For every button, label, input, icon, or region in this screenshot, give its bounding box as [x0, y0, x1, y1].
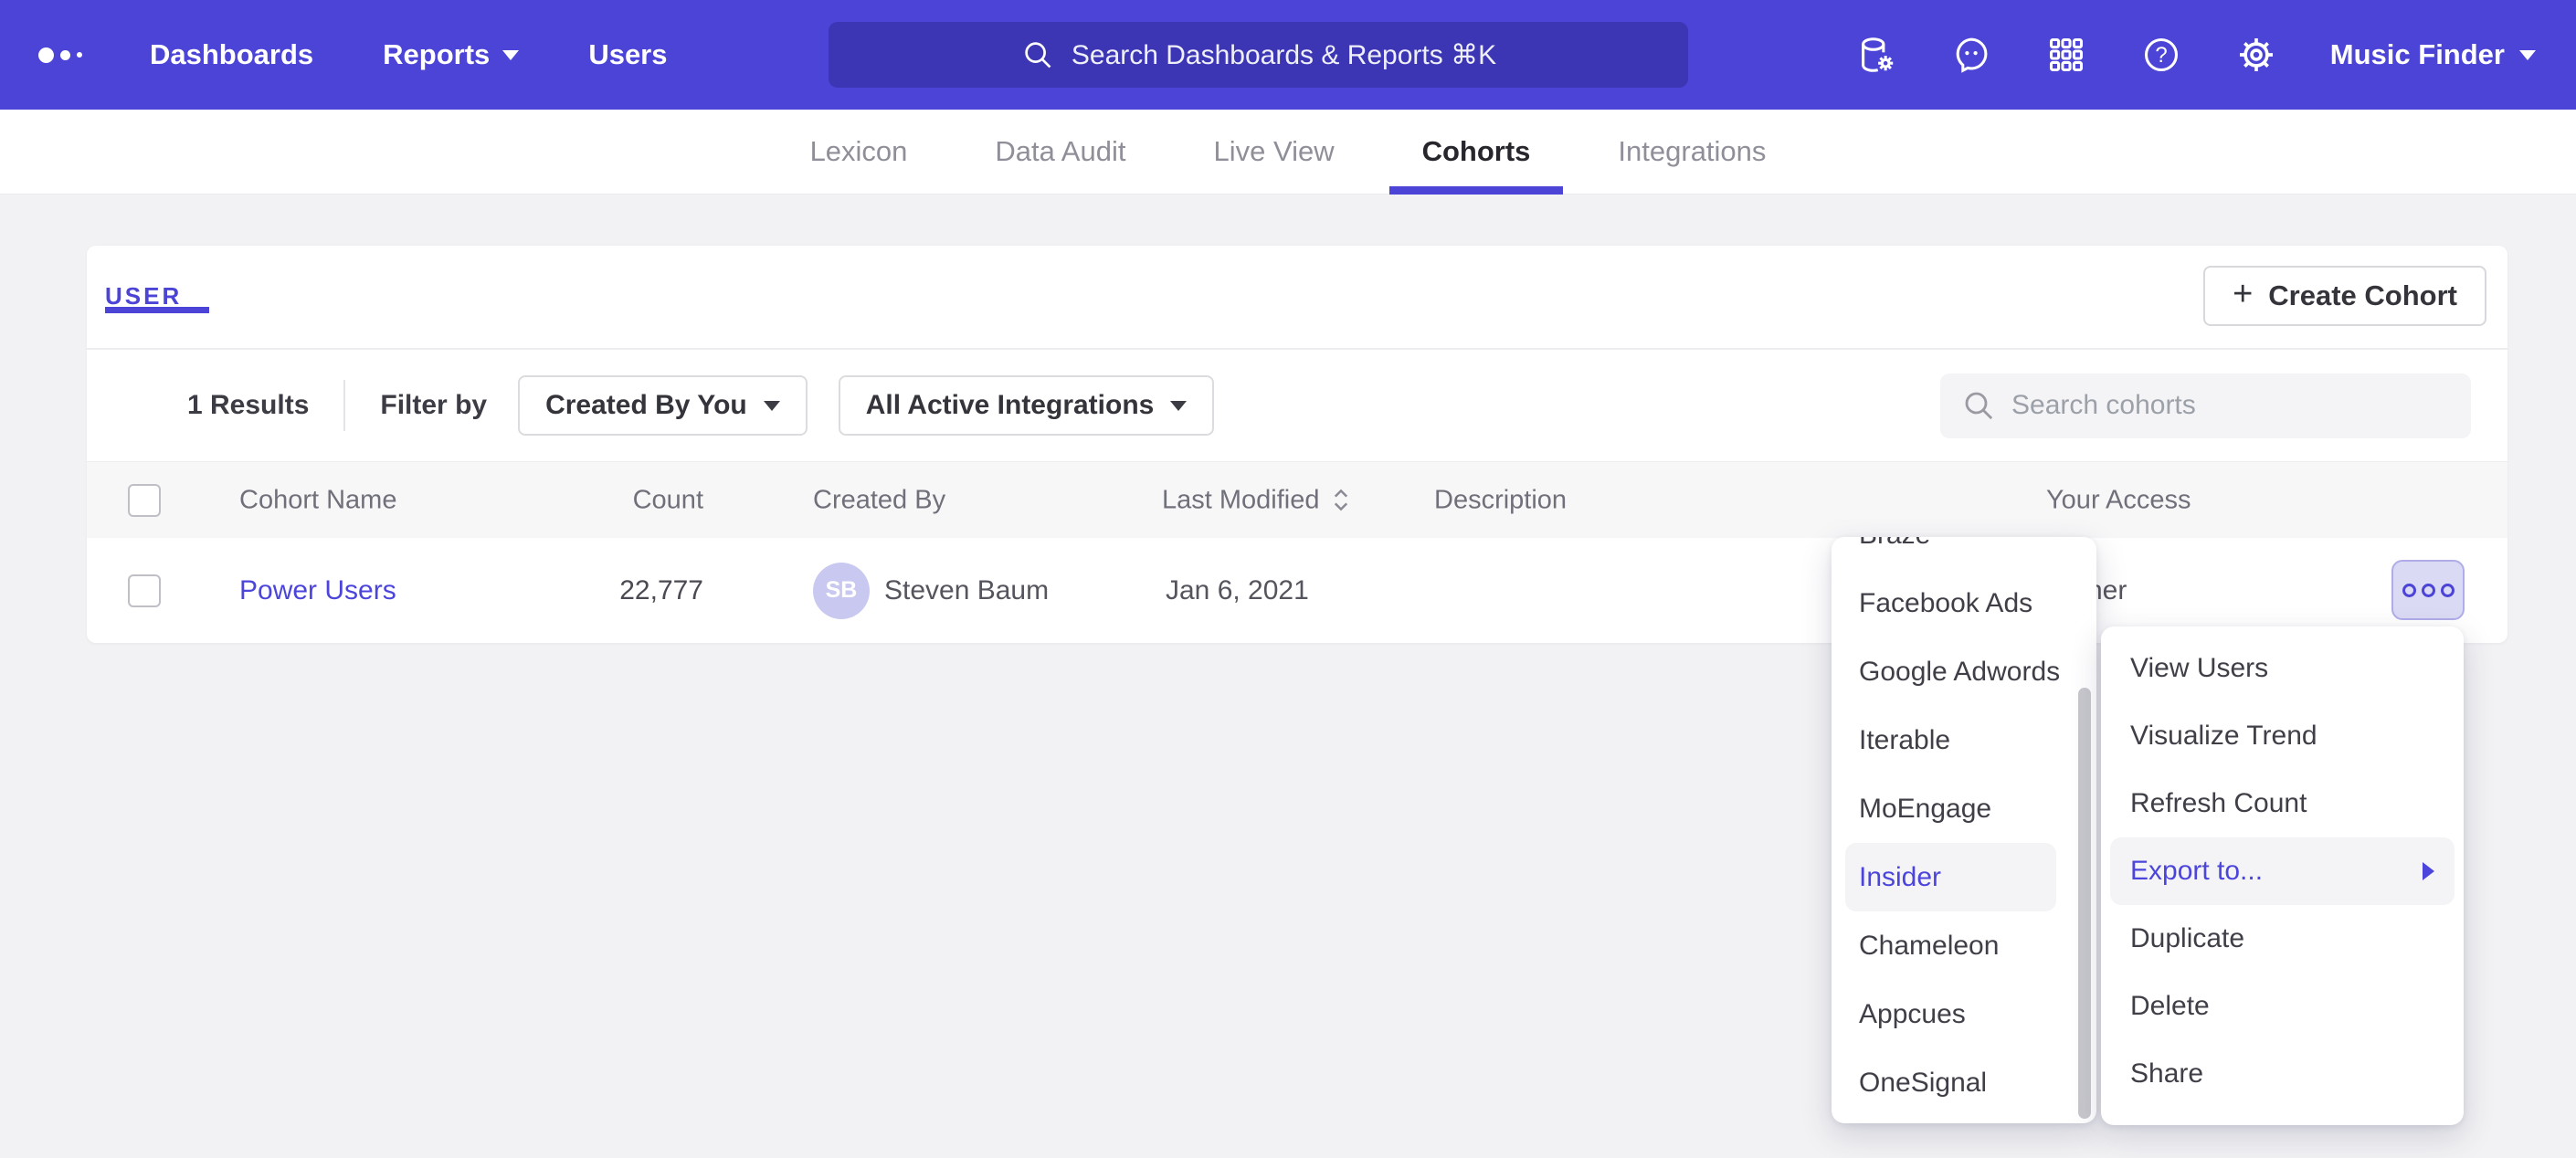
- cohorts-page: USER + Create Cohort 1 Results Filter by…: [0, 195, 2576, 1158]
- primary-nav: Dashboards Reports Users: [150, 38, 668, 71]
- dot-icon: [2402, 584, 2416, 597]
- submenu-arrow-icon: [2423, 862, 2434, 880]
- filter-toolbar: 1 Results Filter by Created By You All A…: [87, 350, 2507, 462]
- cohort-count: 22,777: [544, 575, 703, 606]
- menu-item-export-to[interactable]: Export to...: [2110, 837, 2455, 905]
- tab-user-cohorts[interactable]: USER: [105, 282, 182, 311]
- active-tab-underline: [1389, 186, 1564, 195]
- menu-item-visualize-trend[interactable]: Visualize Trend: [2101, 702, 2464, 770]
- export-to-submenu: Braze Facebook Ads Google Adwords Iterab…: [1832, 537, 2096, 1123]
- column-your-access: Your Access: [2046, 485, 2191, 515]
- global-search-placeholder: Search Dashboards & Reports ⌘K: [1072, 39, 1496, 71]
- menu-item-duplicate[interactable]: Duplicate: [2101, 905, 2464, 973]
- created-by-value: Steven Baum: [884, 575, 1049, 606]
- create-cohort-button[interactable]: + Create Cohort: [2203, 266, 2486, 326]
- search-icon: [1960, 387, 1997, 424]
- row-context-menu: View Users Visualize Trend Refresh Count…: [2101, 626, 2464, 1125]
- chevron-down-icon: [764, 401, 780, 411]
- menu-item-facebook-ads[interactable]: Facebook Ads: [1832, 569, 2096, 637]
- tab-cohorts[interactable]: Cohorts: [1422, 113, 1531, 190]
- avatar: SB: [813, 563, 870, 619]
- menu-item-appcues[interactable]: Appcues: [1832, 980, 2096, 1048]
- context-menu-list: View Users Visualize Trend Refresh Count…: [2101, 635, 2464, 1108]
- cohort-search-box[interactable]: [1940, 374, 2471, 438]
- column-last-modified[interactable]: Last Modified: [1162, 485, 1351, 515]
- svg-text:?: ?: [2155, 43, 2167, 68]
- cohort-name-link[interactable]: Power Users: [239, 575, 396, 606]
- nav-dashboards[interactable]: Dashboards: [150, 38, 313, 71]
- export-destination-list: Braze Facebook Ads Google Adwords Iterab…: [1832, 537, 2096, 1117]
- dot-icon: [2422, 584, 2435, 597]
- integrations-filter-dropdown[interactable]: All Active Integrations: [839, 375, 1215, 436]
- menu-item-view-users[interactable]: View Users: [2101, 635, 2464, 702]
- settings-gear-icon[interactable]: [2235, 34, 2277, 76]
- last-modified-value: Jan 6, 2021: [1166, 575, 1309, 606]
- row-actions-button[interactable]: [2391, 560, 2465, 620]
- menu-item-chameleon[interactable]: Chameleon: [1832, 911, 2096, 980]
- menu-item-braze[interactable]: Braze: [1832, 537, 2096, 569]
- chevron-down-icon: [1170, 401, 1187, 411]
- table-header: Cohort Name Count Created By Last Modifi…: [87, 462, 2507, 538]
- results-count: 1 Results: [187, 390, 309, 421]
- feedback-bubble-icon[interactable]: [1950, 34, 1992, 76]
- apps-grid-icon[interactable]: [2045, 34, 2087, 76]
- menu-item-refresh-count[interactable]: Refresh Count: [2101, 770, 2464, 837]
- cohort-search-input[interactable]: [2011, 390, 2432, 421]
- mixpanel-logo-icon[interactable]: [38, 47, 93, 63]
- topbar-actions: ? Music Finder: [1855, 34, 2536, 76]
- menu-item-onesignal[interactable]: OneSignal: [1832, 1048, 2096, 1117]
- select-all-checkbox[interactable]: [128, 484, 161, 517]
- menu-item-iterable[interactable]: Iterable: [1832, 706, 2096, 774]
- row-checkbox[interactable]: [128, 574, 161, 607]
- project-name: Music Finder: [2330, 38, 2505, 71]
- sort-icon: [1331, 488, 1351, 513]
- search-icon: [1020, 37, 1055, 72]
- top-navigation-bar: Dashboards Reports Users Search Dashboar…: [0, 0, 2576, 110]
- tab-integrations[interactable]: Integrations: [1618, 113, 1766, 190]
- filter-by-label: Filter by: [380, 390, 487, 421]
- column-description: Description: [1434, 485, 1567, 515]
- plus-icon: +: [2233, 277, 2253, 311]
- menu-item-share[interactable]: Share: [2101, 1040, 2464, 1108]
- global-search-bar[interactable]: Search Dashboards & Reports ⌘K: [829, 22, 1688, 88]
- user-tab-underline: [105, 307, 209, 313]
- tab-data-audit[interactable]: Data Audit: [995, 113, 1125, 190]
- menu-item-moengage[interactable]: MoEngage: [1832, 774, 2096, 843]
- help-circle-icon[interactable]: ?: [2140, 34, 2182, 76]
- nav-reports[interactable]: Reports: [383, 38, 519, 71]
- chevron-down-icon: [502, 50, 519, 60]
- created-by-filter-dropdown[interactable]: Created By You: [518, 375, 808, 436]
- cohorts-panel: USER + Create Cohort 1 Results Filter by…: [87, 246, 2507, 643]
- section-tabs: Lexicon Data Audit Live View Cohorts Int…: [0, 110, 2576, 195]
- menu-item-google-adwords[interactable]: Google Adwords: [1832, 637, 2096, 706]
- column-created-by: Created By: [813, 485, 945, 515]
- menu-item-insider[interactable]: Insider: [1845, 843, 2056, 911]
- tab-live-view[interactable]: Live View: [1213, 113, 1334, 190]
- column-count: Count: [544, 485, 703, 515]
- database-gear-icon[interactable]: [1855, 34, 1897, 76]
- panel-header: USER + Create Cohort: [87, 246, 2507, 350]
- tab-lexicon[interactable]: Lexicon: [810, 113, 908, 190]
- dot-icon: [2441, 584, 2455, 597]
- menu-item-delete[interactable]: Delete: [2101, 973, 2464, 1040]
- project-switcher[interactable]: Music Finder: [2330, 38, 2536, 71]
- submenu-scrollbar[interactable]: [2078, 688, 2091, 1119]
- divider: [343, 380, 345, 431]
- chevron-down-icon: [2519, 50, 2536, 60]
- column-cohort-name: Cohort Name: [239, 485, 396, 515]
- nav-users[interactable]: Users: [588, 38, 667, 71]
